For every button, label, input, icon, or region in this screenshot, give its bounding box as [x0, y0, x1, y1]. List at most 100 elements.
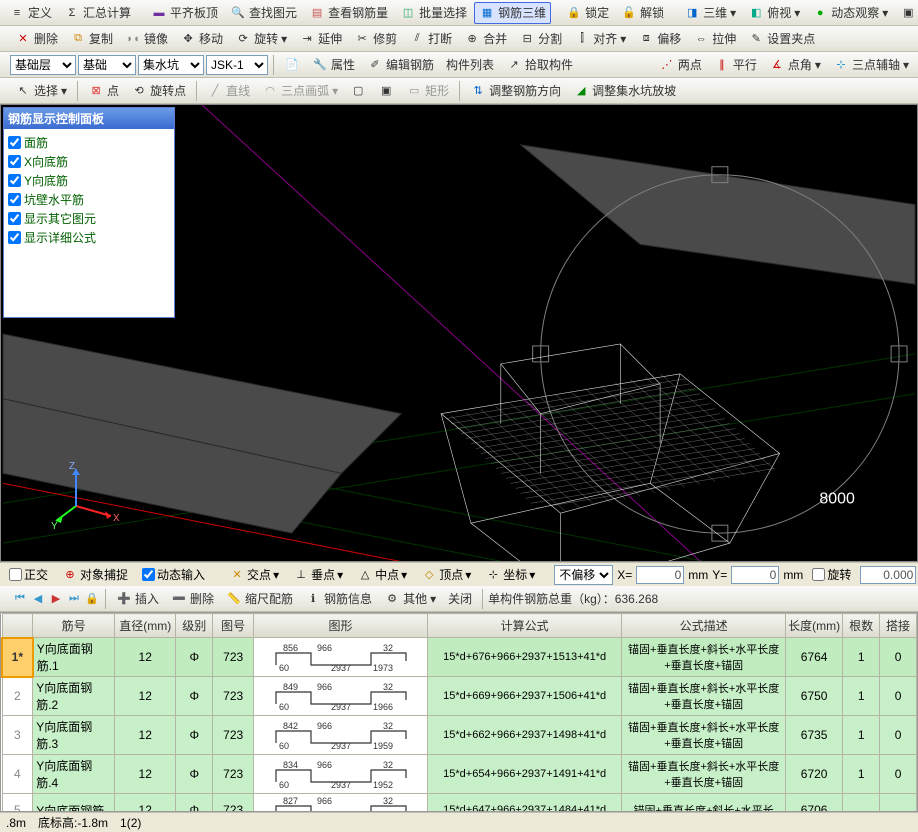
rebar-table-wrap[interactable]: 筋号 直径(mm) 级别 图号 图形 计算公式 公式描述 长度(mm) 根数 搭…	[0, 612, 918, 812]
layer1-select[interactable]: 基础层	[10, 55, 76, 75]
first-btn[interactable]: ⏮	[12, 591, 28, 607]
prev-btn[interactable]: ◀	[30, 591, 46, 607]
line-btn[interactable]: ╱直线	[202, 80, 255, 102]
info-btn[interactable]: ℹ钢筋信息	[300, 588, 377, 610]
split-btn[interactable]: ⊟分割	[514, 28, 567, 50]
table-row[interactable]: 1*Y向底面钢筋.112Φ72385696632602937197315*d+6…	[2, 638, 917, 677]
panel-item[interactable]: 显示其它图元	[8, 209, 170, 228]
extend-btn[interactable]: ⇥延伸	[294, 28, 347, 50]
next-btn[interactable]: ▶	[48, 591, 64, 607]
adjust-slope-btn[interactable]: ◢调整集水坑放坡	[568, 80, 681, 102]
ortho-toggle[interactable]: 正交	[4, 565, 53, 585]
three-axis-btn[interactable]: ⊹三点辅轴▾	[828, 54, 914, 76]
panel-item[interactable]: 面筋	[8, 133, 170, 152]
rebar-display-panel[interactable]: 钢筋显示控制面板 面筋 X向底筋 Y向底筋 坑壁水平筋 显示其它图元 显示详细公…	[3, 107, 175, 318]
coord-snap[interactable]: ⊹坐标▾	[480, 565, 540, 585]
batch-sel-btn[interactable]: ◫批量选择	[395, 2, 472, 24]
stretch-btn[interactable]: ⇔拉伸	[688, 28, 741, 50]
attr-btn[interactable]: 🔧属性	[307, 54, 360, 76]
cross-snap[interactable]: ✕交点▾	[224, 565, 284, 585]
pt-angle-btn[interactable]: ∡点角▾	[764, 54, 826, 76]
close-btn[interactable]: 关闭	[443, 588, 477, 610]
sum-calc-btn[interactable]: Σ汇总计算	[59, 2, 136, 24]
rot-toggle[interactable]: 旋转	[807, 565, 856, 585]
list-icon: ▤	[309, 5, 325, 21]
layer3-select[interactable]: 集水坑	[138, 55, 204, 75]
lock-btn[interactable]: 🔒锁定	[561, 2, 614, 24]
two-pt-btn[interactable]: ⋰两点	[654, 54, 707, 76]
move-btn[interactable]: ✥移动	[175, 28, 228, 50]
view-rebar-btn[interactable]: ▤查看钢筋量	[304, 2, 393, 24]
delete-row-btn[interactable]: ➖删除	[166, 588, 219, 610]
viewport-3d[interactable]: 8000 A 4 X Y Z 钢筋显示控制面板 面筋 X向底筋 Y向底筋 坑壁水…	[0, 104, 918, 562]
panel-item[interactable]: 显示详细公式	[8, 228, 170, 247]
arc-btn[interactable]: ◠三点画弧▾	[257, 80, 343, 102]
table-row[interactable]: 4Y向底面钢筋.412Φ72383496632602937195215*d+65…	[2, 755, 917, 794]
edit-rebar-btn[interactable]: ✐编辑钢筋	[362, 54, 439, 76]
panel-item[interactable]: Y向底筋	[8, 171, 170, 190]
chk-2[interactable]	[8, 174, 21, 187]
panel-item[interactable]: X向底筋	[8, 152, 170, 171]
rect-btn[interactable]: ▭矩形	[401, 80, 454, 102]
select-btn[interactable]: ↖选择▾	[10, 80, 72, 102]
point-btn[interactable]: ⊠点	[83, 80, 124, 102]
snap-toggle[interactable]: ⊕对象捕捉	[57, 565, 133, 585]
unlock-btn[interactable]: 🔓解锁	[616, 2, 669, 24]
x-label: X=	[617, 568, 632, 582]
orbit-icon: ●	[812, 5, 828, 21]
merge-btn[interactable]: ⊕合并	[459, 28, 512, 50]
chk-5[interactable]	[8, 231, 21, 244]
rot-input[interactable]	[860, 566, 916, 584]
chk-1[interactable]	[8, 155, 21, 168]
rot-point-btn[interactable]: ⟲旋转点	[126, 80, 191, 102]
top-view-btn[interactable]: ◧俯视▾	[743, 2, 805, 24]
delete-btn[interactable]: ✕删除	[10, 28, 63, 50]
layer2-select[interactable]: 基础	[78, 55, 136, 75]
icononly2[interactable]: ▣	[373, 80, 399, 102]
chk-4[interactable]	[8, 212, 21, 225]
layer4-select[interactable]: JSK-1	[206, 55, 268, 75]
mid-snap[interactable]: △中点▾	[352, 565, 412, 585]
align-btn[interactable]: ⫿对齐▾	[569, 28, 631, 50]
copy-btn[interactable]: ⧉复制	[65, 28, 118, 50]
break-btn[interactable]: ⫽打断	[404, 28, 457, 50]
comp-list-btn[interactable]: 构件列表	[441, 54, 499, 76]
adjust-dir-btn[interactable]: ⇅调整钢筋方向	[465, 80, 566, 102]
trim-btn[interactable]: ✂修剪	[349, 28, 402, 50]
icononly1[interactable]: ▢	[345, 80, 371, 102]
local-3d-btn[interactable]: ▣局部三维	[895, 2, 918, 24]
dyn-toggle[interactable]: 动态输入	[137, 565, 210, 585]
lock2-btn[interactable]: 🔒	[84, 591, 100, 607]
insert-row-btn[interactable]: ➕插入	[111, 588, 164, 610]
rebar-3d-btn[interactable]: ▦钢筋三维	[474, 2, 551, 24]
offset-btn[interactable]: ⧈偏移	[633, 28, 686, 50]
offset-select[interactable]: 不偏移	[554, 565, 613, 585]
grip-btn[interactable]: ✎设置夹点	[743, 28, 820, 50]
chk-3[interactable]	[8, 193, 21, 206]
find-elem-btn[interactable]: 🔍查找图元	[225, 2, 302, 24]
pick-comp-btn[interactable]: ↗拾取构件	[501, 54, 578, 76]
table-row[interactable]: 3Y向底面钢筋.312Φ72384296632602937195915*d+66…	[2, 716, 917, 755]
scale-btn[interactable]: 📏缩尺配筋	[221, 588, 298, 610]
panel-item[interactable]: 坑壁水平筋	[8, 190, 170, 209]
del-icon: ➖	[171, 591, 187, 607]
other-btn[interactable]: ⚙其他▾	[379, 588, 441, 610]
y-input[interactable]	[731, 566, 779, 584]
define-btn[interactable]: ≡定义	[4, 2, 57, 24]
top-snap[interactable]: ◇顶点▾	[416, 565, 476, 585]
perp-snap[interactable]: ⊥垂点▾	[288, 565, 348, 585]
table-row[interactable]: 5Y向底面钢筋12Φ7238279663215*d+647+966+2937+1…	[2, 794, 917, 813]
x-input[interactable]	[636, 566, 684, 584]
rotate-btn[interactable]: ⟳旋转▾	[230, 28, 292, 50]
rotpt-icon: ⟲	[131, 83, 147, 99]
last-btn[interactable]: ⏭	[66, 591, 82, 607]
new-icononly[interactable]: 📄	[279, 54, 305, 76]
chk-0[interactable]	[8, 136, 21, 149]
table-row[interactable]: 2Y向底面钢筋.212Φ72384996632602937196615*d+66…	[2, 677, 917, 716]
3d-btn[interactable]: ◨三维▾	[679, 2, 741, 24]
flat-top-btn[interactable]: ▬平齐板顶	[146, 2, 223, 24]
dropper-icon: ↗	[506, 57, 522, 73]
parallel-btn[interactable]: ∥平行	[709, 54, 762, 76]
dyn-view-btn[interactable]: ●动态观察▾	[807, 2, 893, 24]
mirror-btn[interactable]: ◗◖镜像	[120, 28, 173, 50]
